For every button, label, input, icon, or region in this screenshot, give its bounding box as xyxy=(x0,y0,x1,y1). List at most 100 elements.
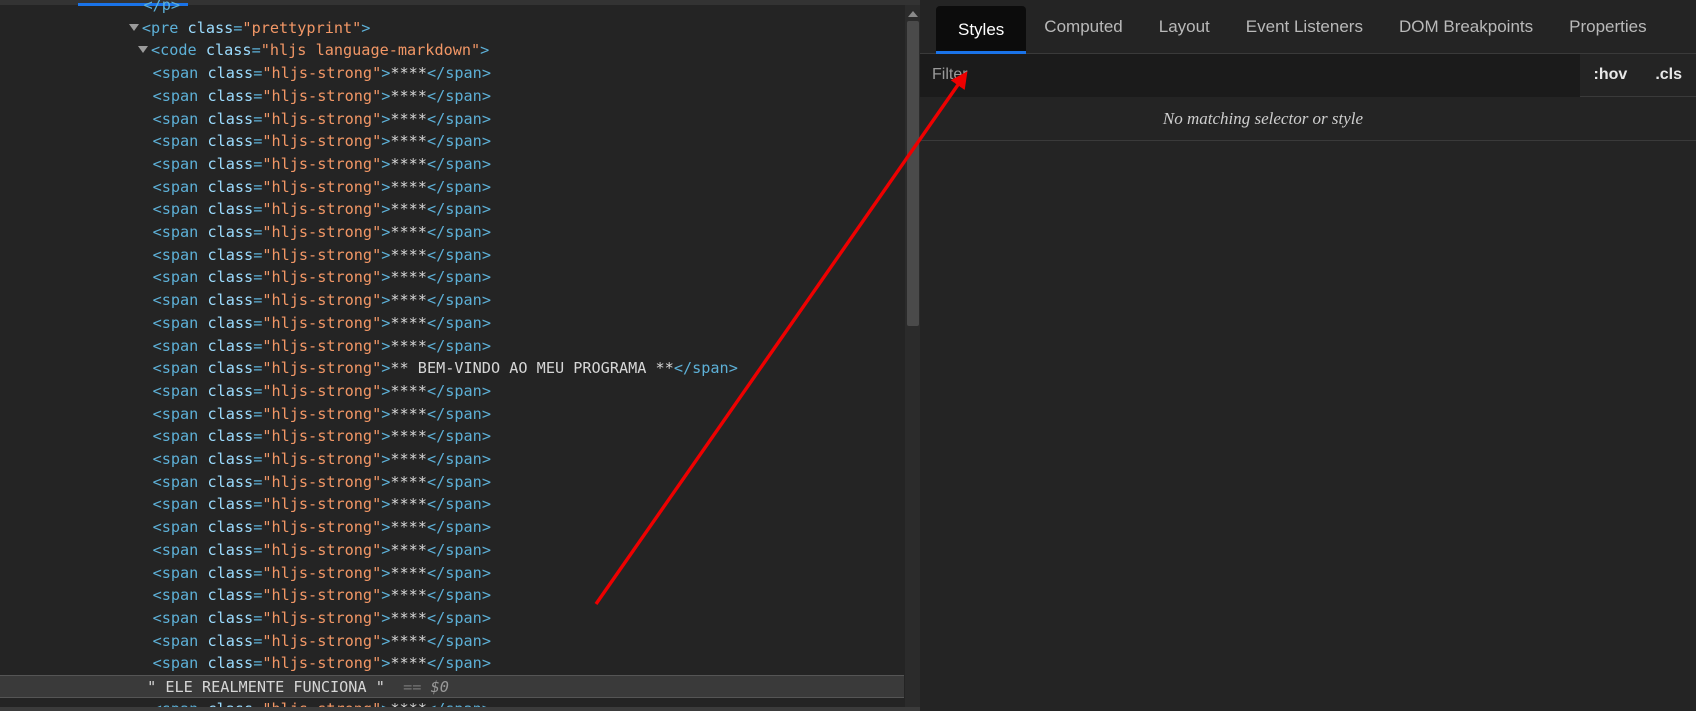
dom-tag-close-bracket: > xyxy=(381,495,391,514)
dom-close-tag: </span> xyxy=(426,313,491,332)
dom-attribute-name: class xyxy=(207,154,254,173)
dom-tag-name: <code xyxy=(150,41,206,60)
dom-row[interactable]: <span class="hljs-strong">****</span> xyxy=(0,516,904,539)
elements-dom-tree-panel[interactable]: </p> <pre class="prettyprint"> <code class… xyxy=(0,0,920,711)
dom-row[interactable]: <span class="hljs-strong">****</span> xyxy=(0,153,904,176)
dom-row[interactable]: <span class="hljs-strong">****</span> xyxy=(0,62,904,85)
dom-row[interactable]: <span class="hljs-strong">****</span> xyxy=(0,312,904,335)
dom-attribute-name: class xyxy=(207,109,254,128)
dom-row-selected[interactable]: " ELE REALMENTE FUNCIONA " == $0 xyxy=(0,675,904,698)
tab-event-listeners[interactable]: Event Listeners xyxy=(1228,0,1381,53)
expand-collapse-triangle-icon[interactable] xyxy=(128,23,139,31)
dom-row[interactable]: <span class="hljs-strong">****</span> xyxy=(0,493,904,516)
tab-layout[interactable]: Layout xyxy=(1141,0,1228,53)
dom-tag-close-bracket: > xyxy=(381,86,391,105)
dom-text-content: **** xyxy=(390,495,427,514)
dom-tag-name: <span xyxy=(152,586,208,605)
dom-row[interactable]: <code class="hljs language-markdown"> xyxy=(0,39,904,62)
tab-styles[interactable]: Styles xyxy=(936,6,1027,54)
dom-equals: = xyxy=(253,450,263,468)
dom-tag-close-bracket: > xyxy=(381,132,391,151)
dom-row[interactable]: <span class="hljs-strong">****</span> xyxy=(0,335,904,358)
dom-row[interactable]: <span class="hljs-strong">****</span> xyxy=(0,652,904,675)
dom-text-content: **** xyxy=(390,64,427,83)
dom-attribute-value: "hljs language-markdown" xyxy=(260,41,481,60)
dom-tree-scrollbar[interactable] xyxy=(905,5,920,711)
dom-attribute-name: class xyxy=(207,608,254,627)
styles-filter-input[interactable] xyxy=(920,53,1580,97)
dom-text-content: **** xyxy=(390,245,427,264)
dom-close-tag: </span> xyxy=(426,381,491,400)
dom-tag-name: <span xyxy=(152,223,208,241)
dom-row[interactable]: <span class="hljs-strong">****</span> xyxy=(0,630,904,653)
dom-attribute-name: class xyxy=(207,404,254,423)
dom-row[interactable]: <span class="hljs-strong">****</span> xyxy=(0,130,904,153)
dom-tag-close-bracket: > xyxy=(381,608,391,627)
tab-label: Styles xyxy=(958,19,1005,39)
dom-attribute-name: class xyxy=(207,540,254,559)
styles-filter-row[interactable]: :hov .cls xyxy=(920,53,1696,97)
dom-row[interactable]: <span class="hljs-strong">****</span> xyxy=(0,176,904,199)
dom-attribute-value: "hljs-strong" xyxy=(262,381,382,400)
dom-row[interactable]: <span class="hljs-strong">** BEM-VINDO A… xyxy=(0,357,904,380)
dom-attribute-value: "hljs-strong" xyxy=(262,291,382,310)
tab-label: DOM Breakpoints xyxy=(1398,16,1534,36)
dom-close-tag: </span> xyxy=(426,177,491,196)
dom-equals: = xyxy=(251,41,261,60)
tab-properties[interactable]: Properties xyxy=(1551,0,1664,53)
dom-row[interactable]: <span class="hljs-strong">****</span> xyxy=(0,607,904,630)
dom-equals: = xyxy=(253,64,263,83)
dom-attribute-value: "hljs-strong" xyxy=(262,495,382,514)
dom-equals: = xyxy=(253,223,263,241)
dom-close-tag: </span> xyxy=(426,472,491,491)
expand-collapse-triangle-icon[interactable] xyxy=(137,46,148,54)
dom-row[interactable]: <span class="hljs-strong">****</span> xyxy=(0,221,904,244)
styles-sidebar-tabbar[interactable]: Styles Computed Layout Event Listeners DOM B… xyxy=(920,0,1696,54)
dom-attribute-value: "hljs-strong" xyxy=(262,586,382,605)
dom-row[interactable]: <span class="hljs-strong">****</span> xyxy=(0,108,904,131)
tab-computed[interactable]: Computed xyxy=(1026,0,1140,53)
dom-attribute-name: class xyxy=(207,132,254,151)
dom-text-content: ** BEM-VINDO AO MEU PROGRAMA ** xyxy=(390,359,674,378)
dom-attribute-value: "hljs-strong" xyxy=(262,109,382,128)
dom-close-tag: </span> xyxy=(426,223,491,241)
dom-row[interactable]: <span class="hljs-strong">****</span> xyxy=(0,562,904,585)
dom-row[interactable]: <span class="hljs-strong">****</span> xyxy=(0,448,904,471)
dom-row[interactable]: <span class="hljs-strong">****</span> xyxy=(0,85,904,108)
dom-row[interactable]: <span class="hljs-strong">****</span> xyxy=(0,266,904,289)
dom-equals: = xyxy=(253,608,263,627)
dom-row[interactable]: </p> xyxy=(0,0,904,17)
dom-row[interactable]: <span class="hljs-strong">****</span> xyxy=(0,403,904,426)
dom-text-content: **** xyxy=(390,654,427,673)
tab-dom-breakpoints[interactable]: DOM Breakpoints xyxy=(1381,0,1551,53)
dom-row[interactable]: <span class="hljs-strong">****</span> xyxy=(0,539,904,562)
dom-row[interactable]: <span class="hljs-strong">****</span> xyxy=(0,289,904,312)
dom-row[interactable]: <span class="hljs-strong">****</span> xyxy=(0,471,904,494)
dom-equals: = xyxy=(253,109,263,128)
dom-attribute-value: "hljs-strong" xyxy=(262,540,382,559)
dom-tag-name: <span xyxy=(152,200,208,219)
dom-row[interactable]: <span class="hljs-strong">****</span> xyxy=(0,198,904,221)
dom-close-tag: </span> xyxy=(426,154,491,173)
dom-equals: = xyxy=(253,177,263,196)
dom-tree-scrollbar-thumb[interactable] xyxy=(907,21,919,326)
force-element-state-button[interactable]: :hov xyxy=(1580,66,1642,84)
dom-row[interactable]: <span class="hljs-strong">****</span> xyxy=(0,380,904,403)
dom-attribute-name: class xyxy=(207,200,254,219)
scroll-up-arrow-icon[interactable] xyxy=(908,11,918,17)
dom-equals: = xyxy=(253,336,263,355)
dom-text-content: **** xyxy=(390,518,427,537)
dom-row[interactable]: <pre class="prettyprint"> xyxy=(0,17,904,40)
dom-row[interactable]: <span class="hljs-strong">****</span> xyxy=(0,584,904,607)
dom-row[interactable]: <span class="hljs-strong">****</span> xyxy=(0,244,904,267)
dom-tag-close-bracket: > xyxy=(381,313,391,332)
dom-close-tag: </span> xyxy=(426,132,491,151)
dom-equals: = xyxy=(253,359,263,378)
dom-row[interactable]: <span class="hljs-strong">****</span> xyxy=(0,425,904,448)
dom-tag-close-bracket: > xyxy=(381,64,391,83)
element-classes-button[interactable]: .cls xyxy=(1641,66,1696,84)
dom-equals: = xyxy=(253,495,263,514)
dom-tag-name: <span xyxy=(152,540,208,559)
dom-close-tag: </span> xyxy=(426,268,491,287)
dom-text-content: **** xyxy=(390,268,427,287)
